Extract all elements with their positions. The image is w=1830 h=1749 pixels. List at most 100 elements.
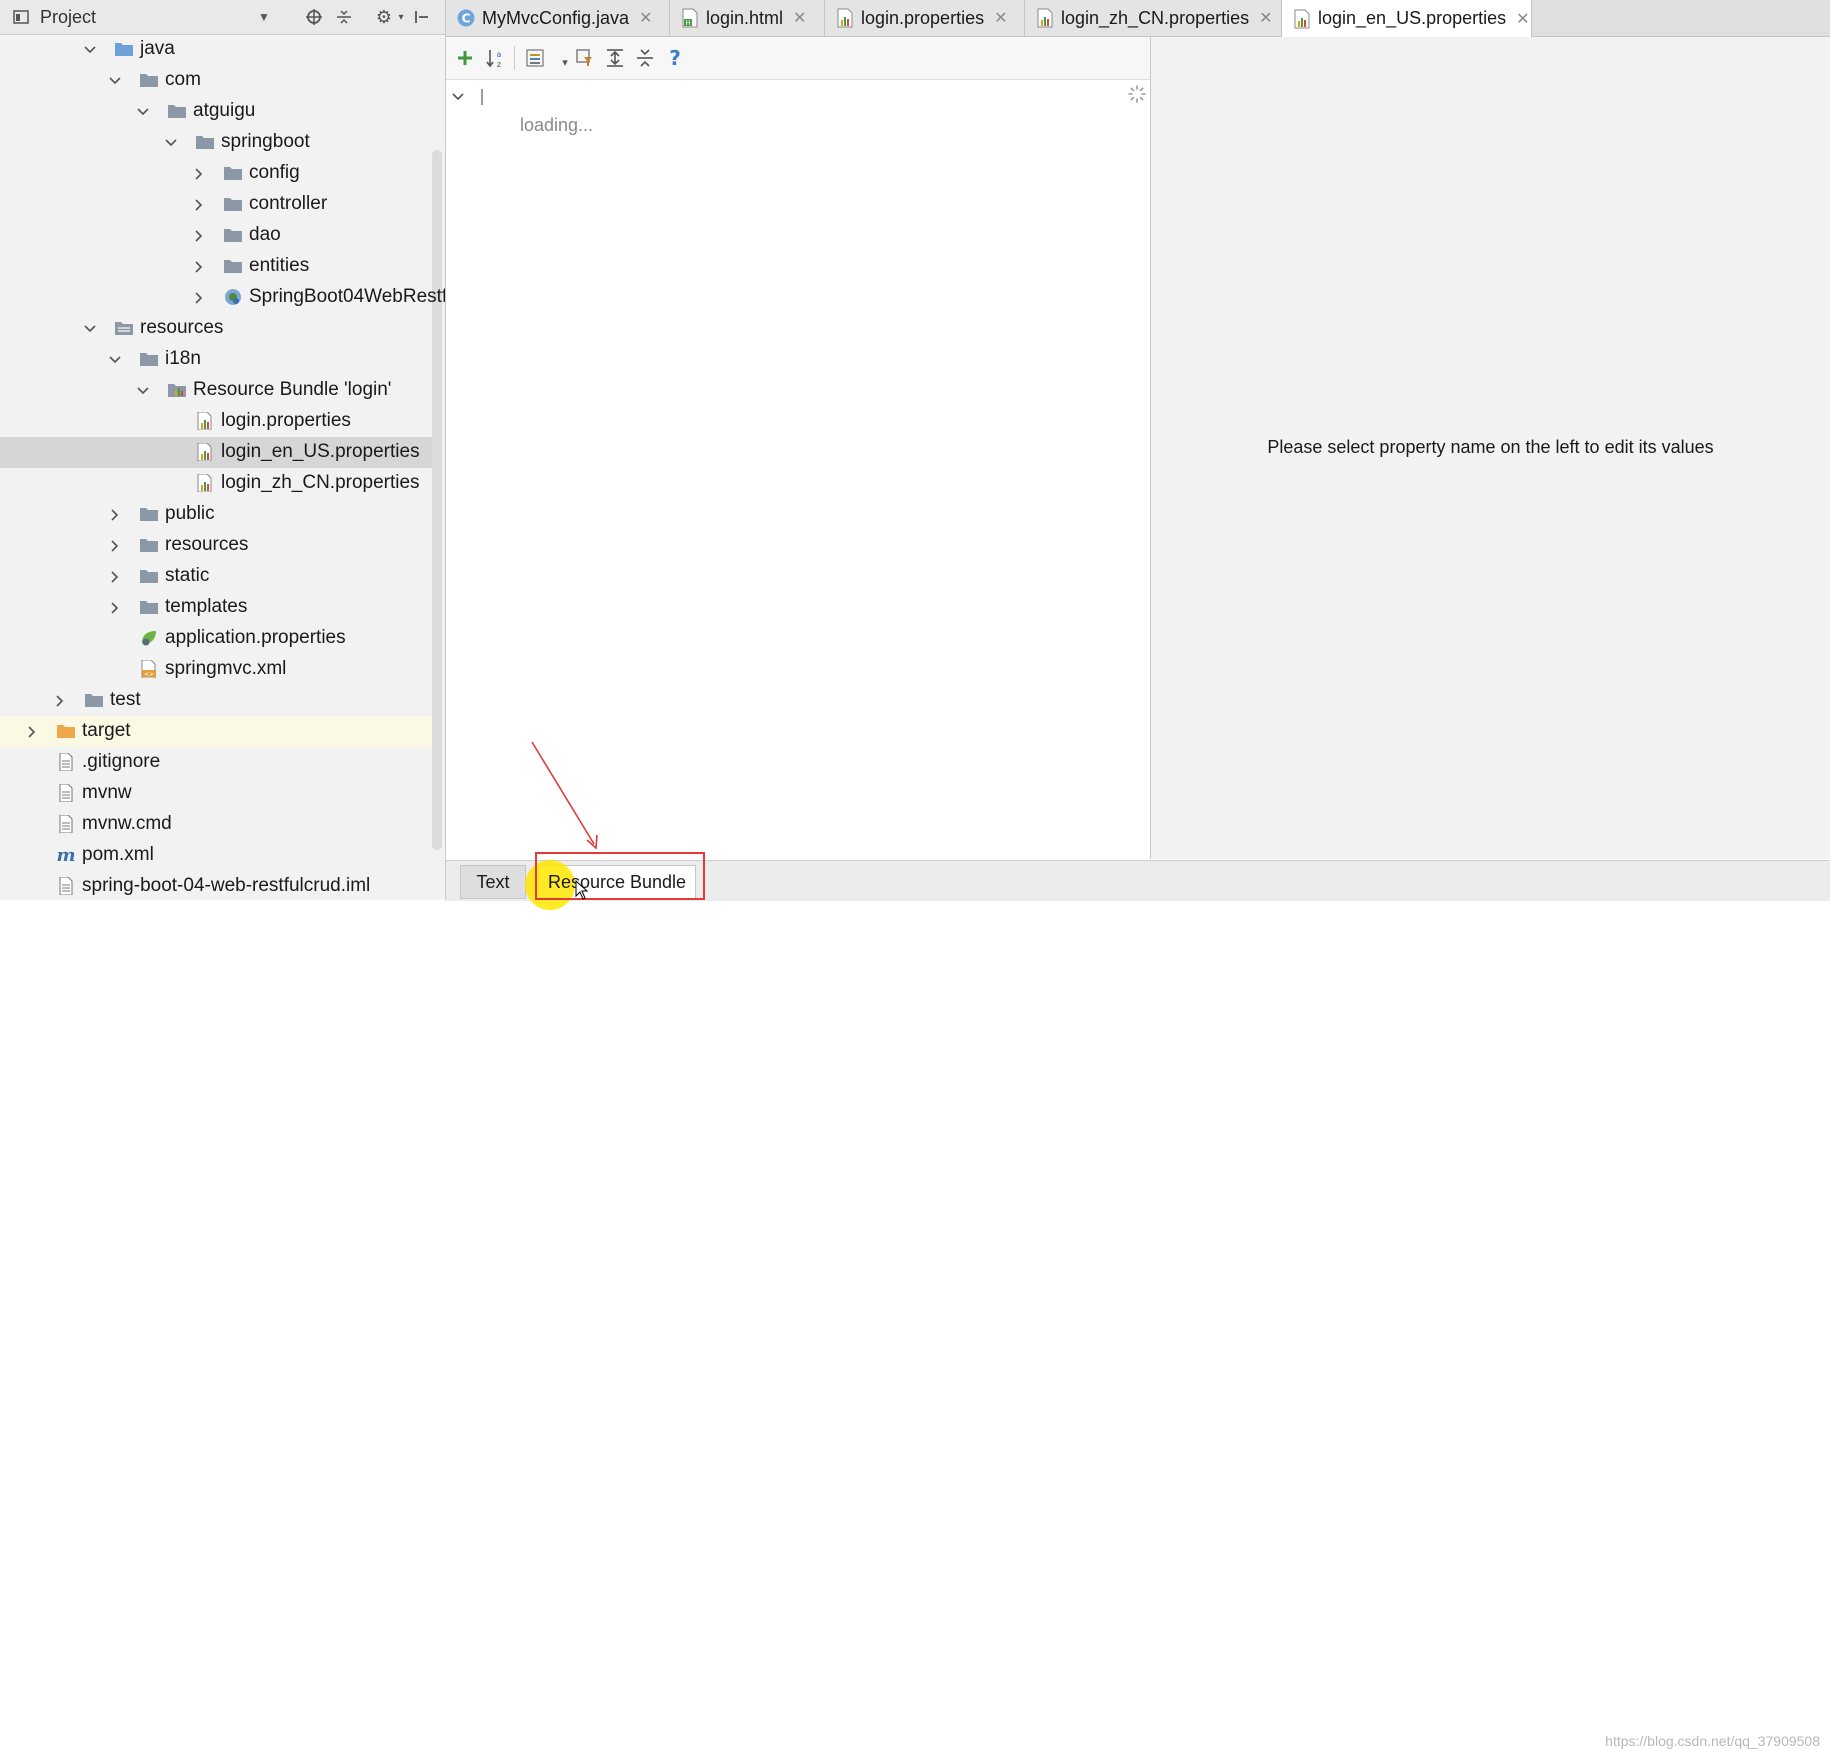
chevron-down-icon[interactable] [135,383,151,399]
collapse-all-icon[interactable] [634,47,656,69]
tree-scrollbar[interactable] [432,150,442,850]
properties-file-icon [1292,9,1312,29]
hide-panel-icon[interactable] [412,8,430,26]
help-icon[interactable]: ? [664,47,686,69]
tree-item-pom-xml[interactable]: m pom.xml [0,840,432,871]
chevron-down-icon[interactable] [82,321,98,337]
tree-item-springmvc-xml[interactable]: <> springmvc.xml [0,654,432,685]
tree-item-target[interactable]: target [0,716,432,747]
chevron-down-icon[interactable] [107,73,123,89]
hint-text: Please select property name on the left … [1267,437,1714,457]
tree-item-label: SpringBoot04WebRestf [249,286,446,307]
tree-item-dao[interactable]: dao [0,220,432,251]
chevron-right-icon[interactable] [107,507,123,523]
chevron-down-icon[interactable] [107,352,123,368]
editor-tab-bar: C MyMvcConfig.java ✕ H login.html ✕ logi… [446,0,1830,37]
chevron-right-icon[interactable] [191,259,207,275]
collapse-all-icon[interactable] [335,8,353,26]
tree-item-login-en-us-properties[interactable]: login_en_US.properties [0,437,432,468]
dropdown-arrow-icon[interactable]: ▼ [255,8,273,26]
chevron-down-icon[interactable] [450,89,466,105]
properties-file-icon [1035,8,1055,28]
expand-all-icon[interactable] [604,47,626,69]
loading-spinner-icon [1128,85,1146,103]
tree-item-atguigu[interactable]: atguigu [0,96,432,127]
tree-item-public[interactable]: public [0,499,432,530]
tree-item-test[interactable]: test [0,685,432,716]
tree-item-label: mvnw.cmd [82,813,172,834]
chevron-right-icon[interactable] [191,290,207,306]
tree-item-iml[interactable]: spring-boot-04-web-restfulcrud.iml [0,871,432,900]
tree-item-label: java [140,38,175,59]
gear-icon[interactable]: ⚙ [375,7,393,27]
project-view-icon[interactable] [12,8,30,26]
chevron-right-icon[interactable] [52,693,68,709]
tree-item-label: templates [165,596,248,617]
locate-icon[interactable] [305,8,323,26]
folder-icon [139,505,159,523]
tab-text[interactable]: Text [460,865,526,899]
tab-login-properties[interactable]: login.properties ✕ [825,0,1025,36]
tree-item-resources[interactable]: resources [0,313,432,344]
svg-text:z: z [497,60,501,69]
tree-item-gitignore[interactable]: .gitignore [0,747,432,778]
tree-item-mvnw[interactable]: mvnw [0,778,432,809]
tree-item-resources-2[interactable]: resources [0,530,432,561]
tab-login-html[interactable]: H login.html ✕ [670,0,825,36]
close-icon[interactable]: ✕ [639,8,652,28]
folder-icon [223,195,243,213]
tree-item-mvnw-cmd[interactable]: mvnw.cmd [0,809,432,840]
tree-item-springboot[interactable]: springboot [0,127,432,158]
tree-item-i18n[interactable]: i18n [0,344,432,375]
tree-item-login-zh-cn-properties[interactable]: login_zh_CN.properties [0,468,432,499]
properties-file-icon [195,442,215,462]
sort-alphabetically-icon[interactable]: az [484,47,506,69]
close-icon[interactable]: ✕ [793,8,806,28]
tree-item-entities[interactable]: entities [0,251,432,282]
filter-icon[interactable] [574,47,596,69]
gear-dropdown-icon[interactable]: ▾ [392,8,410,26]
tree-item-application-properties[interactable]: application.properties [0,623,432,654]
chevron-right-icon[interactable] [107,538,123,554]
tree-item-springboot04webrestf[interactable]: SpringBoot04WebRestf [0,282,445,313]
tree-item-login-properties[interactable]: login.properties [0,406,432,437]
chevron-right-icon[interactable] [191,228,207,244]
tree-item-java[interactable]: java [0,34,432,65]
close-icon[interactable]: ✕ [1516,9,1529,29]
group-by-prefix-icon[interactable] [524,47,546,69]
tab-label: MyMvcConfig.java [482,7,630,28]
tree-item-com[interactable]: com [0,65,432,96]
tree-item-label: login_en_US.properties [221,441,420,462]
folder-icon [139,567,159,585]
chevron-right-icon[interactable] [107,569,123,585]
svg-text:?: ? [669,47,681,69]
chevron-down-icon[interactable] [82,42,98,58]
chevron-right-icon[interactable] [24,724,40,740]
tree-item-label: entities [249,255,310,276]
tab-mymvcconfig-java[interactable]: C MyMvcConfig.java ✕ [446,0,670,36]
tree-item-resource-bundle-login[interactable]: Resource Bundle 'login' [0,375,432,406]
tree-item-label: springmvc.xml [165,658,287,679]
add-icon[interactable] [454,47,476,69]
project-title[interactable]: Project [40,7,96,28]
tree-item-label: test [110,689,141,710]
svg-text:<>: <> [144,671,154,678]
resources-folder-icon [114,319,134,337]
tree-item-controller[interactable]: controller [0,189,432,220]
chevron-right-icon[interactable] [191,197,207,213]
close-icon[interactable]: ✕ [994,8,1007,28]
tab-login-zh-cn-properties[interactable]: login_zh_CN.properties ✕ [1025,0,1282,36]
dropdown-arrow-icon[interactable]: ▾ [554,51,576,73]
tab-resource-bundle[interactable]: Resource Bundle [525,860,696,910]
tree-item-templates[interactable]: templates [0,592,432,623]
tree-item-config[interactable]: config [0,158,432,189]
tab-login-en-us-properties[interactable]: login_en_US.properties ✕ [1282,0,1532,37]
text-file-icon [56,814,76,834]
chevron-right-icon[interactable] [107,600,123,616]
chevron-right-icon[interactable] [191,166,207,182]
chevron-down-icon[interactable] [163,135,179,151]
tree-item-static[interactable]: static [0,561,432,592]
chevron-down-icon[interactable] [135,104,151,120]
properties-file-icon [195,473,215,493]
close-icon[interactable]: ✕ [1259,8,1272,28]
